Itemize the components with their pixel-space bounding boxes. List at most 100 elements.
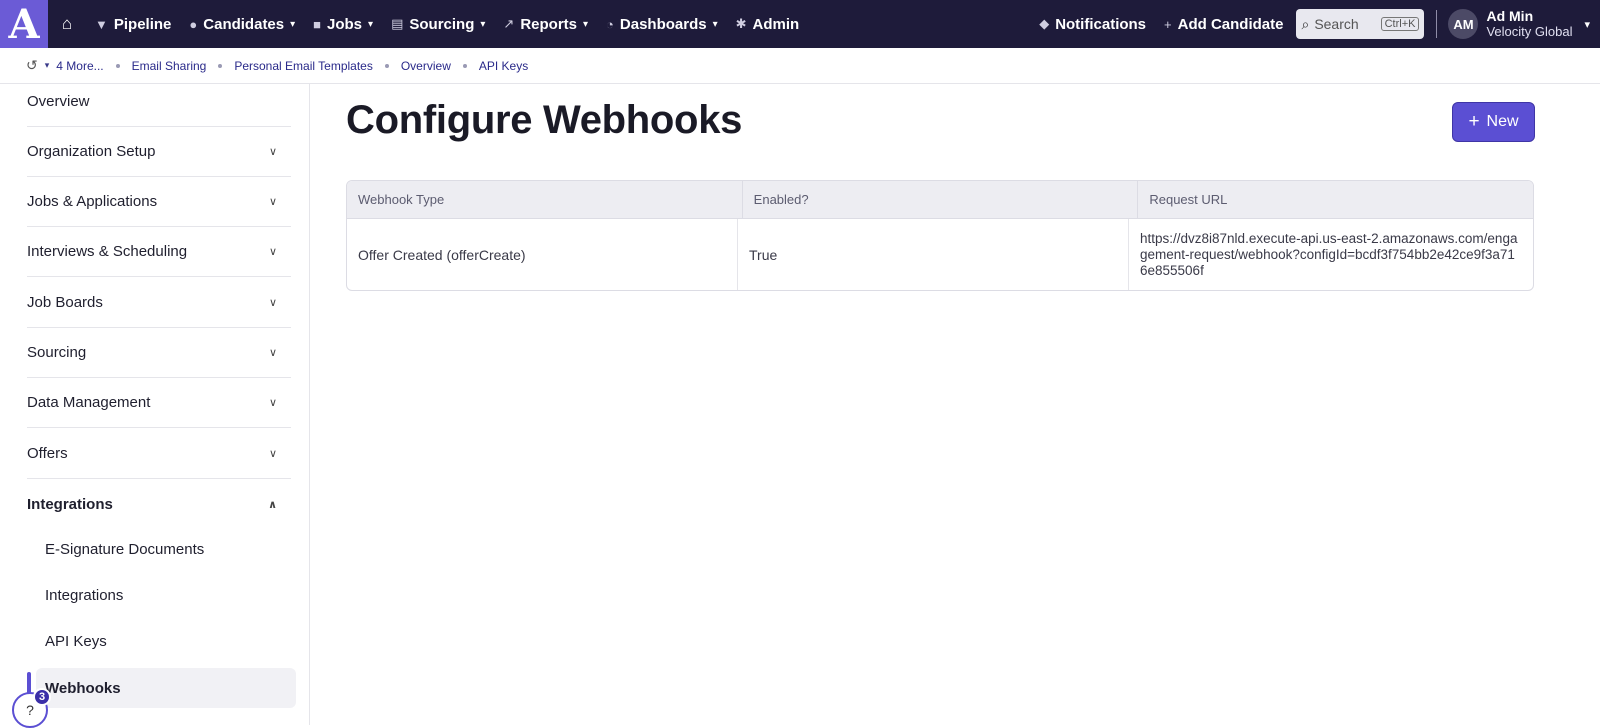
sidebar-item-label: Interviews & Scheduling xyxy=(27,243,188,260)
chevron-down-icon: ∨ xyxy=(268,246,277,258)
nav-divider xyxy=(1436,10,1438,38)
sidebar-item-label: Organization Setup xyxy=(27,143,156,160)
people-icon: ● xyxy=(189,16,198,32)
sidebar-item-label: Data Management xyxy=(27,394,151,411)
top-navigation: A ⌂ ▼ Pipeline ● Candidates ▾ ■ Jobs ▾ ▤… xyxy=(0,0,1600,48)
nav-jobs[interactable]: ■ Jobs ▾ xyxy=(304,0,382,48)
new-button-label: New xyxy=(1486,113,1519,130)
add-candidate-label: Add Candidate xyxy=(1177,15,1284,33)
breadcrumb-separator xyxy=(462,63,467,68)
plus-icon: + xyxy=(1468,111,1480,132)
home-icon[interactable]: ⌂ xyxy=(48,0,86,48)
sidebar-subitem-label: Integrations xyxy=(45,586,124,604)
sidebar-item-data-management[interactable]: Data Management ∨ xyxy=(27,378,291,428)
search-input[interactable]: ⌕ Search Ctrl+K xyxy=(1296,9,1425,39)
nav-label: Sourcing xyxy=(409,15,475,33)
chart-icon: ↗ xyxy=(503,16,515,31)
sidebar-subitem-e-signature-documents[interactable]: E-Signature Documents xyxy=(45,529,295,569)
notifications-label: Notifications xyxy=(1055,15,1147,33)
breadcrumb-item[interactable]: Overview xyxy=(401,59,451,73)
chevron-down-icon: ▾ xyxy=(583,18,589,30)
sidebar-subitem-webhooks[interactable]: Webhooks xyxy=(36,668,296,708)
nav-label: Candidates xyxy=(203,15,285,33)
sidebar-item-label: Integrations xyxy=(27,495,113,513)
search-icon: ⌕ xyxy=(1301,15,1310,32)
sidebar-item-integrations[interactable]: Integrations ∧ xyxy=(27,479,291,529)
help-icon: ? xyxy=(26,702,34,718)
nav-dashboards[interactable]: ◔ Dashboards ▾ xyxy=(597,0,727,48)
chevron-down-icon[interactable]: ▾ xyxy=(1584,18,1590,31)
breadcrumb-item[interactable]: API Keys xyxy=(479,59,528,73)
column-header-webhook-type[interactable]: Webhook Type xyxy=(347,181,743,218)
nav-admin[interactable]: ✱ Admin xyxy=(727,0,809,48)
chevron-down-icon: ▾ xyxy=(712,18,718,30)
new-webhook-button[interactable]: + New xyxy=(1452,102,1535,142)
nav-sourcing[interactable]: ▤ Sourcing ▾ xyxy=(382,0,494,48)
column-header-enabled[interactable]: Enabled? xyxy=(743,181,1139,218)
chevron-down-icon: ∨ xyxy=(268,146,277,158)
logo-letter: A xyxy=(8,0,40,48)
chevron-up-icon: ∧ xyxy=(268,498,277,511)
sidebar-item-label: Jobs & Applications xyxy=(27,193,158,210)
sidebar-item-organization-setup[interactable]: Organization Setup ∨ xyxy=(27,127,291,177)
add-candidate-button[interactable]: + Add Candidate xyxy=(1155,0,1292,48)
sidebar: Overview Organization Setup ∨ Jobs & App… xyxy=(0,84,310,725)
cell-request-url: https://dvz8i87nld.execute-api.us-east-2… xyxy=(1140,230,1518,278)
chevron-down-icon: ▾ xyxy=(368,18,374,30)
sidebar-item-overview[interactable]: Overview xyxy=(27,77,291,127)
sidebar-subitem-label: API Keys xyxy=(45,632,107,650)
chevron-down-icon[interactable]: ▾ xyxy=(45,60,50,71)
breadcrumb-separator xyxy=(218,63,223,68)
nav-label: Reports xyxy=(520,15,577,33)
sourcing-icon: ▤ xyxy=(391,16,404,31)
sidebar-item-label: Overview xyxy=(27,93,90,110)
avatar[interactable]: AM xyxy=(1448,9,1479,39)
breadcrumb-separator xyxy=(384,63,389,68)
sidebar-item-job-boards[interactable]: Job Boards ∨ xyxy=(27,278,291,328)
search-shortcut: Ctrl+K xyxy=(1380,17,1420,31)
nav-pipeline[interactable]: ▼ Pipeline xyxy=(86,0,180,48)
nav-reports[interactable]: ↗ Reports ▾ xyxy=(494,0,597,48)
chevron-down-icon: ∨ xyxy=(268,196,277,208)
chevron-down-icon: ∨ xyxy=(268,448,277,460)
table-header: Webhook Type Enabled? Request URL xyxy=(347,181,1533,219)
sidebar-item-label: Offers xyxy=(27,445,68,462)
history-icon[interactable]: ↺ xyxy=(26,57,38,74)
breadcrumb-item[interactable]: Personal Email Templates xyxy=(234,59,373,73)
gear-icon: ✱ xyxy=(735,16,747,31)
app-logo[interactable]: A xyxy=(0,0,48,48)
nav-label: Jobs xyxy=(327,15,363,33)
user-org: Velocity Global xyxy=(1486,24,1573,39)
notifications-button[interactable]: ◆ Notifications xyxy=(1030,0,1155,48)
cell-webhook-type: Offer Created (offerCreate) xyxy=(347,219,738,290)
chevron-down-icon: ∨ xyxy=(268,297,277,309)
sidebar-item-offers[interactable]: Offers ∨ xyxy=(27,429,291,479)
user-name: Ad Min xyxy=(1486,8,1534,24)
sidebar-subitem-label: Webhooks xyxy=(45,679,121,697)
nav-candidates[interactable]: ● Candidates ▾ xyxy=(180,0,304,48)
page-title: Configure Webhooks xyxy=(346,98,743,142)
search-placeholder: Search xyxy=(1314,16,1359,32)
sidebar-item-interviews-scheduling[interactable]: Interviews & Scheduling ∨ xyxy=(27,227,291,277)
sidebar-item-sourcing[interactable]: Sourcing ∨ xyxy=(27,328,291,378)
chevron-down-icon: ∨ xyxy=(268,347,277,359)
column-header-request-url[interactable]: Request URL xyxy=(1138,181,1533,218)
briefcase-icon: ■ xyxy=(313,16,322,32)
funnel-icon: ▼ xyxy=(95,16,108,32)
sidebar-subitem-label: E-Signature Documents xyxy=(45,540,205,558)
user-menu[interactable]: Ad Min Velocity Global xyxy=(1486,8,1572,40)
plus-icon: + xyxy=(1164,16,1172,32)
breadcrumb-more[interactable]: 4 More... xyxy=(56,59,103,73)
webhooks-table: Webhook Type Enabled? Request URL Offer … xyxy=(346,180,1534,291)
sidebar-subitem-api-keys[interactable]: API Keys xyxy=(45,621,295,661)
table-row[interactable]: Offer Created (offerCreate) True https:/… xyxy=(347,219,1533,290)
chevron-down-icon: ▾ xyxy=(480,18,486,30)
sidebar-subitem-integrations[interactable]: Integrations xyxy=(45,575,295,615)
help-badge: 3 xyxy=(33,688,51,706)
bell-icon: ◆ xyxy=(1039,16,1050,31)
breadcrumb-separator xyxy=(115,63,120,68)
breadcrumb-item[interactable]: Email Sharing xyxy=(132,59,207,73)
sidebar-item-jobs-applications[interactable]: Jobs & Applications ∨ xyxy=(27,177,291,227)
nav-label: Dashboards xyxy=(619,15,707,33)
chevron-down-icon: ▾ xyxy=(290,18,296,30)
